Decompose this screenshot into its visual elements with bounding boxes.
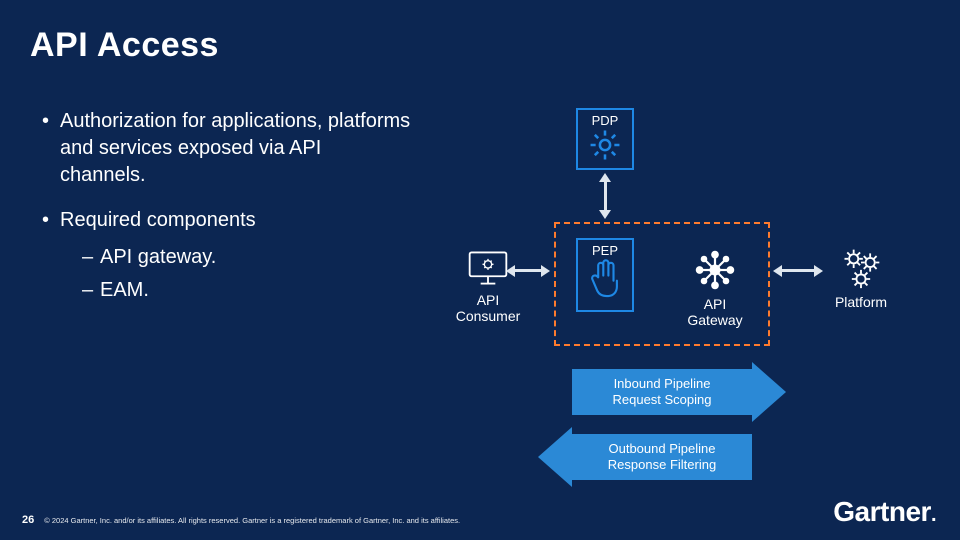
api-consumer-node: API Consumer [450, 248, 526, 324]
hub-icon [693, 248, 737, 292]
hand-stop-icon [588, 258, 622, 300]
architecture-diagram: PDP PEP [450, 100, 940, 480]
arrow-head-r2 [814, 265, 823, 277]
slide-title: API Access [30, 26, 219, 65]
copyright-text: © 2024 Gartner, Inc. and/or its affiliat… [44, 516, 460, 525]
arrow-head-l1 [506, 265, 515, 277]
pdp-label: PDP [592, 113, 619, 128]
inbound-arrow: Inbound Pipeline Request Scoping [572, 362, 786, 422]
gear-icon [588, 128, 622, 162]
page-number: 26 [22, 514, 34, 526]
arrow-head-r1 [541, 265, 550, 277]
bullet-1: Authorization for applications, platform… [42, 108, 412, 189]
connector-platform [780, 269, 816, 272]
outbound-arrow: Outbound Pipeline Response Filtering [538, 427, 752, 487]
pep-node: PEP [576, 238, 634, 312]
sub-bullet-2: EAM. [60, 277, 412, 304]
gartner-logo: Gartner. [833, 496, 936, 528]
logo-text: Gartner [833, 496, 931, 527]
monitor-icon [466, 248, 510, 288]
gateway-label: API Gateway [680, 296, 750, 328]
connector-pdp-pep [604, 179, 607, 213]
footer: 26 © 2024 Gartner, Inc. and/or its affil… [22, 514, 460, 526]
platform-node: Platform [826, 246, 896, 310]
inbound-l2: Request Scoping [612, 392, 711, 408]
sub-bullet-1: API gateway. [60, 244, 412, 271]
arrow-head-up [599, 173, 611, 182]
api-gateway-node: API Gateway [680, 248, 750, 328]
bullet-2-text: Required components [60, 209, 256, 231]
bullet-list: Authorization for applications, platform… [42, 108, 412, 322]
inbound-l1: Inbound Pipeline [614, 376, 711, 392]
gears-icon [837, 246, 885, 290]
outbound-l2: Response Filtering [608, 457, 716, 473]
arrow-head-down [599, 210, 611, 219]
outbound-l1: Outbound Pipeline [609, 441, 716, 457]
consumer-label: API Consumer [450, 292, 526, 324]
pdp-node: PDP [576, 108, 634, 170]
platform-label: Platform [826, 294, 896, 310]
arrow-head-l2 [773, 265, 782, 277]
pep-label: PEP [592, 243, 618, 258]
connector-consumer [513, 269, 543, 272]
bullet-2: Required components API gateway. EAM. [42, 207, 412, 304]
